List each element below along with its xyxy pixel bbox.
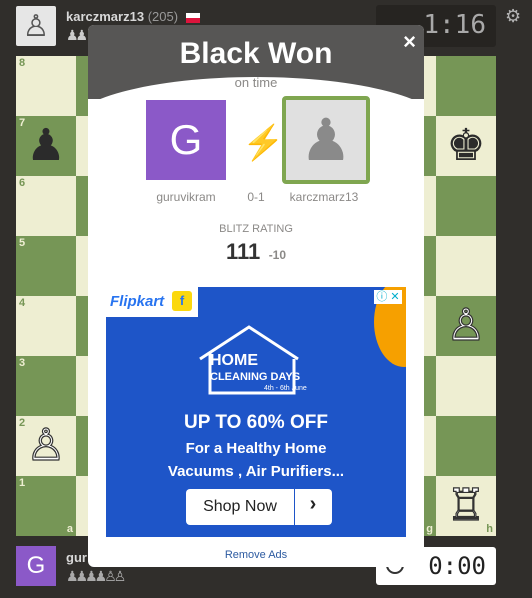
square-a1[interactable]: 1a <box>16 476 76 536</box>
file-label: h <box>486 523 493 535</box>
chevron-right-icon: › <box>309 493 317 515</box>
square-h8[interactable] <box>436 56 496 116</box>
square-a8[interactable]: 8 <box>16 56 76 116</box>
adchoices-close-icon[interactable]: ⓘ ✕ <box>374 290 402 304</box>
event-dates: 4th - 6th June <box>264 385 307 392</box>
gear-icon[interactable]: ⚙ <box>505 6 521 27</box>
square-h3[interactable] <box>436 356 496 416</box>
rating-delta: -10 <box>268 248 287 262</box>
black-piece[interactable]: ♚ <box>446 124 485 168</box>
game-over-modal: Black Won on time × G ⚡ ♟ guruvikram 0-1… <box>88 25 424 567</box>
rank-label: 3 <box>19 357 26 369</box>
rank-label: 6 <box>19 177 26 189</box>
square-h7[interactable]: ♚ <box>436 116 496 176</box>
ad-headline: UP TO 60% OFF <box>184 412 328 433</box>
winner-name[interactable]: karczmarz13 <box>280 190 368 204</box>
close-icon[interactable]: × <box>403 29 416 55</box>
bottom-player-avatar[interactable]: G <box>16 546 56 586</box>
event-title: HOME <box>210 352 258 369</box>
game-result-reason: on time <box>234 75 278 90</box>
bottom-player-clock-time: 0:00 <box>428 552 486 580</box>
ad-line-1: For a Healthy Home <box>185 440 327 457</box>
square-a4[interactable]: 4 <box>16 296 76 356</box>
square-h6[interactable] <box>436 176 496 236</box>
rank-label: 2 <box>19 417 26 429</box>
game-result-title: Black Won <box>179 37 333 70</box>
game-score: 0-1 <box>247 190 265 204</box>
square-a3[interactable]: 3 <box>16 356 76 416</box>
rank-label: 7 <box>19 117 26 129</box>
square-a6[interactable]: 6 <box>16 176 76 236</box>
top-player-avatar[interactable]: ♙ <box>16 6 56 46</box>
winner-avatar[interactable]: ♟ <box>282 96 370 184</box>
square-h2[interactable] <box>436 416 496 476</box>
top-player-captured-pieces: ♟♟ <box>66 27 88 43</box>
bottom-player-captured-pieces: ♟♟♟♟♙♙ <box>66 568 126 584</box>
white-piece[interactable]: ♙ <box>26 423 67 468</box>
square-a5[interactable]: 5 <box>16 236 76 296</box>
loser-avatar[interactable]: G <box>146 100 226 180</box>
rank-label: 1 <box>19 477 26 489</box>
remove-ads-link[interactable]: Remove Ads <box>88 549 424 561</box>
white-piece[interactable]: ♖ <box>446 483 487 528</box>
rating-display: 111 -10 <box>88 239 424 265</box>
poland-flag-icon <box>185 12 200 23</box>
shop-now-label: Shop Now <box>203 498 277 515</box>
shop-now-button[interactable]: Shop Now › <box>186 489 332 525</box>
advertisement-banner[interactable]: Flipkart f ⓘ ✕ HOME CLEANING DAYS 4th - … <box>106 287 406 537</box>
black-piece[interactable]: ♟ <box>26 124 65 168</box>
top-player-rating: (205) <box>147 9 179 24</box>
flipkart-bag-icon: f <box>172 291 192 311</box>
square-h1[interactable]: h ♖ <box>436 476 496 536</box>
rating-value: 111 <box>225 239 261 264</box>
event-subtitle: CLEANING DAYS <box>210 371 301 383</box>
brand-name: Flipkart <box>110 293 165 310</box>
loser-name[interactable]: guruvikram <box>144 190 228 204</box>
top-player-clock-time: 1:16 <box>423 10 486 40</box>
top-player-name[interactable]: karczmarz13 (205) <box>66 9 200 24</box>
top-player-username[interactable]: karczmarz13 <box>66 9 144 24</box>
rank-label: 5 <box>19 237 26 249</box>
blitz-bolt-icon: ⚡ <box>242 124 285 162</box>
rank-label: 8 <box>19 57 26 69</box>
flipkart-logo: Flipkart f <box>106 287 198 317</box>
bottom-player-name[interactable]: gur <box>66 550 87 565</box>
square-h4[interactable]: ♙ <box>436 296 496 356</box>
square-h5[interactable] <box>436 236 496 296</box>
square-a2[interactable]: 2 ♙ <box>16 416 76 476</box>
ad-line-2: Vacuums , Air Purifiers... <box>167 463 345 480</box>
square-a7[interactable]: 7 ♟ <box>16 116 76 176</box>
file-label: a <box>66 523 73 535</box>
rating-label: BLITZ RATING <box>219 223 293 235</box>
white-piece[interactable]: ♙ <box>446 303 487 348</box>
rank-label: 4 <box>19 297 26 309</box>
file-label: g <box>426 523 433 535</box>
